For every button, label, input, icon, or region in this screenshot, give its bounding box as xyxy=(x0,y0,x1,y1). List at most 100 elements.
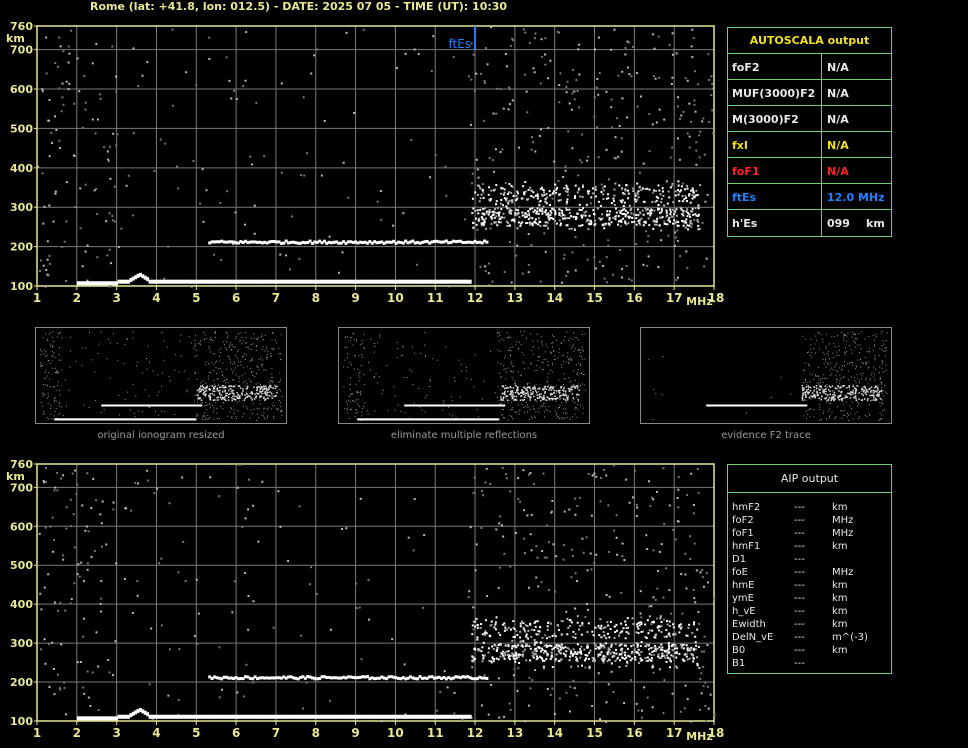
trace-point xyxy=(515,654,518,657)
thumb-point xyxy=(144,389,146,391)
thumb-point xyxy=(222,389,224,391)
thumb-point xyxy=(424,344,426,346)
thumb-point xyxy=(146,368,148,370)
thumb-point xyxy=(270,380,272,382)
thumb-point xyxy=(564,336,566,338)
thumb-point xyxy=(473,386,475,388)
noise-point xyxy=(97,709,100,712)
noise-point xyxy=(59,601,62,604)
thumb-point xyxy=(207,404,209,406)
noise-point xyxy=(313,54,316,57)
thumb-point xyxy=(582,383,584,385)
noise-point xyxy=(673,231,676,234)
noise-point xyxy=(153,169,156,172)
trace-point xyxy=(697,207,700,210)
thumb-trace-point xyxy=(225,394,227,397)
trace-point xyxy=(532,656,535,659)
thumb-point xyxy=(580,352,582,354)
trace-point xyxy=(684,195,687,198)
noise-point xyxy=(123,577,126,580)
noise-point xyxy=(498,522,501,525)
noise-point xyxy=(651,200,654,203)
thumb-point xyxy=(510,370,512,372)
trace-point xyxy=(531,654,534,657)
noise-point xyxy=(100,545,103,548)
thumb-point xyxy=(361,343,363,345)
noise-point xyxy=(68,82,71,85)
thumb-trace-point xyxy=(239,387,242,389)
thumb-point xyxy=(54,371,56,373)
thumb-trace-point xyxy=(260,395,263,398)
thumb-point xyxy=(255,345,257,347)
trace-point xyxy=(610,645,613,648)
thumb-point xyxy=(512,418,514,420)
noise-point xyxy=(541,550,544,553)
thumb-point xyxy=(180,334,182,336)
noise-point xyxy=(685,250,688,253)
trace-point xyxy=(670,654,673,657)
trace-point xyxy=(663,222,666,225)
thumb-point xyxy=(229,411,231,413)
thumb-point xyxy=(258,382,260,384)
thumb-point xyxy=(256,338,258,340)
noise-point xyxy=(655,121,658,124)
noise-point xyxy=(525,90,528,93)
trace-point xyxy=(653,219,656,222)
noise-point xyxy=(657,35,660,38)
thumb-point xyxy=(240,364,242,366)
noise-point xyxy=(95,499,98,502)
noise-point xyxy=(548,541,551,544)
trace-point xyxy=(541,659,544,662)
thumb-trace-point xyxy=(214,399,216,401)
noise-point xyxy=(467,596,470,599)
trace-point xyxy=(688,647,691,650)
noise-point xyxy=(43,586,46,589)
noise-point xyxy=(586,630,589,633)
trace-point xyxy=(491,645,494,648)
thumb-point xyxy=(561,416,563,418)
thumb-point xyxy=(256,365,258,367)
thumb-trace-point xyxy=(219,393,221,396)
thumb-point xyxy=(251,358,253,360)
aip-value: --- xyxy=(794,619,805,630)
trace-point xyxy=(543,193,546,196)
trace-point xyxy=(474,648,477,651)
noise-point xyxy=(195,84,198,87)
noise-point xyxy=(86,472,89,475)
noise-point xyxy=(660,239,663,242)
noise-point xyxy=(367,618,370,621)
thumb-point xyxy=(537,356,539,358)
x-tick-label: 11 xyxy=(427,726,444,740)
thumb-point xyxy=(553,350,555,352)
noise-point xyxy=(619,224,622,227)
trace-point xyxy=(529,186,532,189)
trace-point xyxy=(668,620,671,623)
trace-point xyxy=(650,654,653,657)
trace-point xyxy=(532,196,535,199)
thumb-point xyxy=(215,402,217,404)
noise-point xyxy=(599,718,602,721)
thumb-point xyxy=(251,337,253,339)
thumb-point xyxy=(197,396,199,398)
trace-point xyxy=(476,636,479,639)
thumb-point xyxy=(515,343,517,345)
thumb-point xyxy=(376,382,378,384)
trace-point xyxy=(514,651,517,654)
trace-point xyxy=(624,189,627,192)
thumb-point xyxy=(183,370,185,372)
noise-point xyxy=(63,681,66,684)
autoscala-label: fxI xyxy=(732,139,748,152)
noise-point xyxy=(58,687,61,690)
thumb-point xyxy=(471,378,473,380)
noise-point xyxy=(705,572,708,575)
noise-point xyxy=(60,110,63,113)
trace-point xyxy=(607,650,610,653)
trace-point xyxy=(638,653,641,656)
trace-point xyxy=(577,224,580,227)
noise-point xyxy=(598,71,601,74)
trace-point xyxy=(682,224,685,227)
trace-point xyxy=(513,635,516,638)
noise-point xyxy=(535,576,538,579)
trace-point xyxy=(598,634,601,637)
trace-point xyxy=(661,190,664,193)
